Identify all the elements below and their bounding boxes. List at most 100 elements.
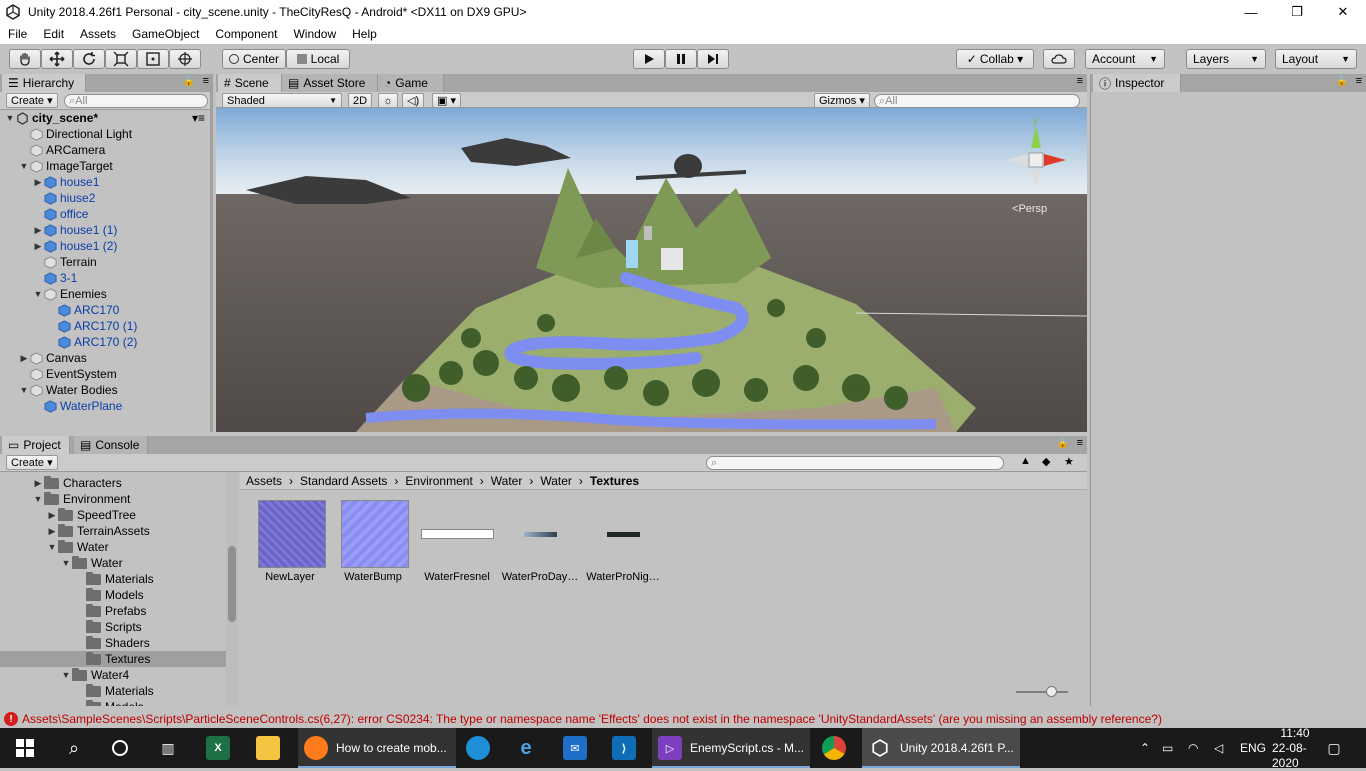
menu-component[interactable]: Component <box>207 27 285 41</box>
wifi-icon[interactable]: ◠ <box>1188 728 1198 768</box>
excel-app[interactable]: X <box>206 728 230 768</box>
expand-arrow-icon[interactable]: ▼ <box>46 542 58 552</box>
menu-file[interactable]: File <box>0 27 35 41</box>
expand-arrow-icon[interactable]: ▶ <box>46 526 58 537</box>
filter-type-icon[interactable]: ▲ <box>1020 455 1031 467</box>
cloud-button[interactable] <box>1043 49 1075 69</box>
task-view-icon[interactable]: ▥ <box>156 728 180 768</box>
menu-assets[interactable]: Assets <box>72 27 124 41</box>
layout-dropdown[interactable]: Layout ▼ <box>1275 49 1357 69</box>
hierarchy-item[interactable]: ▼ Enemies <box>32 286 107 302</box>
menu-edit[interactable]: Edit <box>35 27 72 41</box>
language-indicator[interactable]: ENG <box>1240 728 1266 768</box>
audio-toggle[interactable]: ◁) <box>402 93 425 108</box>
tab-console[interactable]: ▤ Console <box>74 436 148 454</box>
cortana-icon[interactable] <box>108 728 132 768</box>
status-bar[interactable]: ! Assets\SampleScenes\Scripts\ParticleSc… <box>0 710 1366 728</box>
expand-arrow-icon[interactable]: ▶ <box>32 478 44 489</box>
panel-menu-icon[interactable]: ≡ <box>1077 437 1083 449</box>
project-folder-item[interactable]: Materials <box>0 683 226 699</box>
pivot-center-button[interactable]: Center <box>222 49 286 69</box>
tab-game[interactable]: ◔ Game <box>378 74 444 92</box>
close-button[interactable]: ✕ <box>1320 0 1366 24</box>
unity-app[interactable]: Unity 2018.4.26f1 P... <box>862 728 1020 768</box>
expand-arrow-icon[interactable]: ▼ <box>18 385 30 395</box>
battery-icon[interactable]: ▭ <box>1162 728 1173 768</box>
project-search-input[interactable]: ⌕ <box>706 456 1004 470</box>
tab-asset-store[interactable]: ▤ Asset Store <box>282 74 378 92</box>
hierarchy-item[interactable]: ARCamera <box>18 142 105 158</box>
expand-arrow-icon[interactable]: ▼ <box>60 558 72 568</box>
hierarchy-item[interactable]: ARC170 (1) <box>46 318 137 334</box>
hierarchy-create-button[interactable]: Create ▾ <box>6 93 58 108</box>
expand-arrow-icon[interactable]: ▼ <box>18 161 30 171</box>
clock[interactable]: 11:40 22-08-2020 <box>1272 726 1318 770</box>
expand-arrow-icon[interactable]: ▶ <box>32 225 44 236</box>
volume-icon[interactable]: ◁ <box>1214 728 1223 768</box>
project-folder-item[interactable]: Materials <box>0 571 226 587</box>
hierarchy-item[interactable]: WaterPlane <box>32 398 122 414</box>
menu-gameobject[interactable]: GameObject <box>124 27 207 41</box>
hierarchy-item[interactable]: ▼ Water Bodies <box>18 382 118 398</box>
hierarchy-item[interactable]: ▼ ImageTarget <box>18 158 113 174</box>
scene-menu-icon[interactable]: ▾≡ <box>192 111 205 125</box>
project-folder-item[interactable]: Models <box>0 587 226 603</box>
expand-arrow-icon[interactable]: ▼ <box>4 113 16 123</box>
scene-viewport[interactable]: y <Persp <box>216 108 1087 432</box>
account-dropdown[interactable]: Account ▼ <box>1085 49 1165 69</box>
scene-root-row[interactable]: ▼ city_scene* ▾≡ <box>4 110 209 126</box>
scene-search-input[interactable]: ⌕ All <box>874 94 1080 108</box>
asset-thumb-waterpronight[interactable] <box>607 532 640 537</box>
lock-icon[interactable]: 🔒 <box>1336 76 1348 87</box>
breadcrumb-environment[interactable]: Environment <box>405 474 472 488</box>
scrollbar-thumb[interactable] <box>228 546 236 622</box>
project-tree-scrollbar[interactable] <box>226 472 238 706</box>
rotate-tool-button[interactable] <box>73 49 105 69</box>
hierarchy-item[interactable]: office <box>32 206 88 222</box>
layers-dropdown[interactable]: Layers ▼ <box>1186 49 1266 69</box>
firefox-app[interactable]: How to create mob... <box>298 728 456 768</box>
project-folder-item[interactable]: Scripts <box>0 619 226 635</box>
menu-help[interactable]: Help <box>344 27 385 41</box>
panel-menu-icon[interactable]: ≡ <box>1356 75 1362 87</box>
breadcrumb-water[interactable]: Water <box>491 474 523 488</box>
hierarchy-search-input[interactable]: ⌕ All <box>64 94 208 108</box>
hierarchy-item[interactable]: 3-1 <box>32 270 77 286</box>
project-folder-item[interactable]: ▼ Water <box>0 539 226 555</box>
breadcrumb-assets[interactable]: Assets <box>246 474 282 488</box>
tab-project[interactable]: ▭ Project <box>2 436 70 454</box>
pause-button[interactable] <box>665 49 697 69</box>
edge-app[interactable] <box>466 728 490 768</box>
shading-mode-dropdown[interactable]: Shaded ▼ <box>222 93 342 108</box>
projection-label[interactable]: <Persp <box>1012 203 1047 215</box>
project-create-button[interactable]: Create ▾ <box>6 455 58 470</box>
project-folder-item[interactable]: Prefabs <box>0 603 226 619</box>
step-button[interactable] <box>697 49 729 69</box>
expand-arrow-icon[interactable]: ▶ <box>18 353 30 364</box>
expand-arrow-icon[interactable]: ▼ <box>32 494 44 504</box>
thumbnail-size-slider[interactable] <box>1016 691 1068 693</box>
hierarchy-item[interactable]: ▶ house1 (2) <box>32 238 118 254</box>
project-folder-item[interactable]: Shaders <box>0 635 226 651</box>
asset-thumb-waterbump[interactable] <box>341 500 409 568</box>
breadcrumb-standard-assets[interactable]: Standard Assets <box>300 474 387 488</box>
expand-arrow-icon[interactable]: ▼ <box>32 289 44 299</box>
gizmos-dropdown[interactable]: Gizmos ▾ <box>814 93 870 108</box>
hierarchy-item[interactable]: ▶ house1 (1) <box>32 222 118 238</box>
panel-menu-icon[interactable]: ≡ <box>1077 75 1083 87</box>
hierarchy-item[interactable]: ARC170 <box>46 302 119 318</box>
minimize-button[interactable]: — <box>1228 0 1274 24</box>
hand-tool-button[interactable] <box>9 49 41 69</box>
breadcrumb-textures[interactable]: Textures <box>590 474 639 488</box>
hierarchy-item[interactable]: ▶ Canvas <box>18 350 87 366</box>
project-folder-item[interactable]: ▼ Water <box>0 555 226 571</box>
project-folder-item[interactable]: ▼ Environment <box>0 491 226 507</box>
asset-thumb-newlayer[interactable] <box>258 500 326 568</box>
start-button[interactable] <box>12 728 38 768</box>
filter-label-icon[interactable]: ◆ <box>1042 455 1050 468</box>
lighting-toggle[interactable]: ☼ <box>378 93 399 108</box>
project-folder-item[interactable]: Textures <box>0 651 226 667</box>
file-explorer-app[interactable] <box>256 728 280 768</box>
collab-dropdown[interactable]: ✓ Collab ▾ <box>956 49 1034 69</box>
vscode-app[interactable]: ⟩ <box>612 728 636 768</box>
